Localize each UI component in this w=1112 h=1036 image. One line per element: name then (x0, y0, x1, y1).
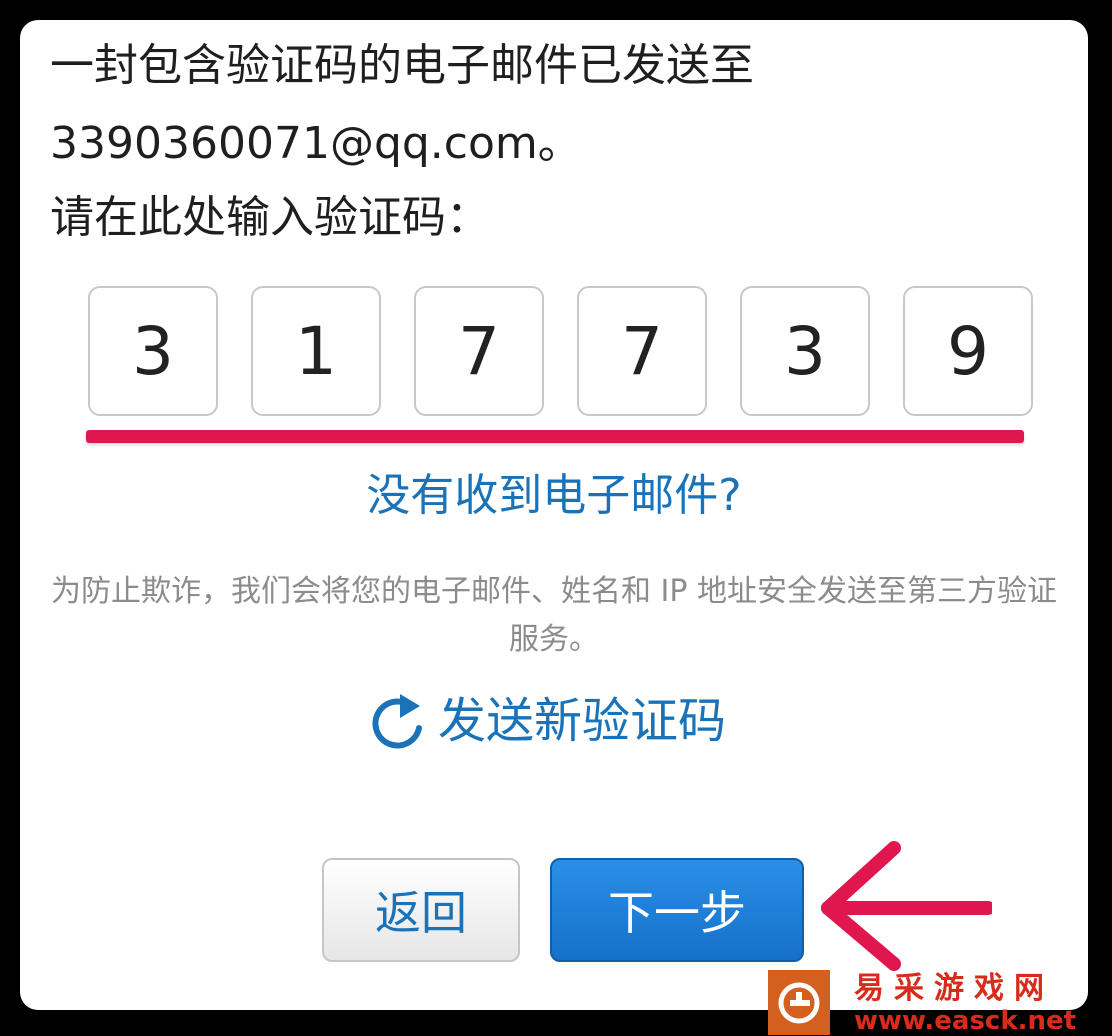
annotation-underline (86, 430, 1024, 443)
code-digit-input[interactable]: 7 (414, 286, 544, 416)
code-digit-input[interactable]: 7 (577, 286, 707, 416)
code-input-row: 3 1 7 7 3 9 (88, 286, 1038, 420)
message-prompt: 请在此处输入验证码： (50, 192, 490, 243)
resend-code-link[interactable]: 发送新验证码 (370, 686, 726, 756)
privacy-notice: 为防止欺诈，我们会将您的电子邮件、姓名和 IP 地址安全发送至第三方验证服务。 (50, 574, 1057, 657)
site-watermark: 易采游戏网 www.easck.net (768, 970, 1112, 1035)
watermark-name: 易采游戏网 (854, 971, 1054, 1006)
arrow-left-icon (818, 838, 995, 974)
code-digit-input[interactable]: 9 (903, 286, 1033, 416)
refresh-icon (370, 692, 426, 750)
watermark-url: www.easck.net (854, 1006, 1077, 1036)
message-email: 3390360071@qq.com。 (50, 118, 582, 169)
resend-label: 发送新验证码 (438, 693, 727, 749)
logo-icon (768, 970, 830, 1035)
code-digit-input[interactable]: 3 (740, 286, 870, 416)
next-button[interactable]: 下一步 (550, 858, 804, 962)
message-line-1: 一封包含验证码的电子邮件已发送至 (50, 40, 754, 91)
code-digit-input[interactable]: 3 (88, 286, 218, 416)
no-email-link[interactable]: 没有收到电子邮件? (20, 471, 1088, 520)
code-digit-input[interactable]: 1 (251, 286, 381, 416)
back-button[interactable]: 返回 (322, 858, 520, 962)
